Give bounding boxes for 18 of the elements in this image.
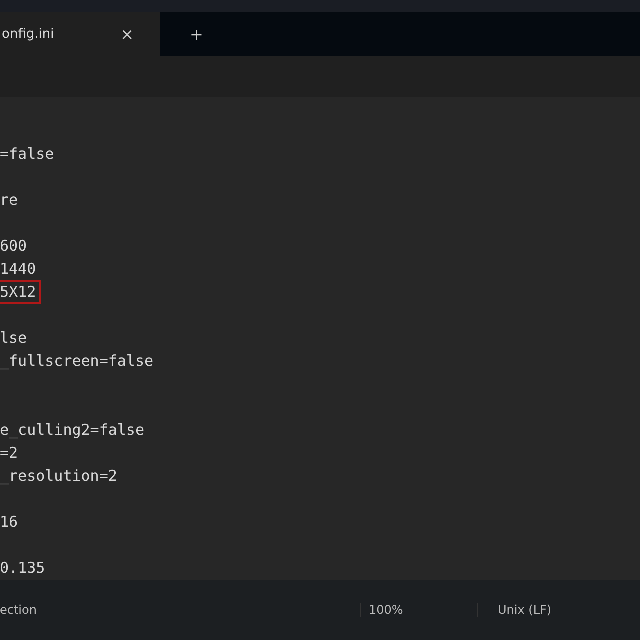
- code-line: 0.135: [0, 558, 46, 579]
- code-line: _resolution=2: [0, 466, 118, 487]
- zoom-level: 100%: [360, 603, 477, 617]
- code-line: re: [0, 190, 20, 211]
- code-line: 600: [0, 236, 28, 257]
- code-line: 16: [0, 512, 20, 533]
- line-ending: Unix (LF): [477, 603, 552, 617]
- file-tab[interactable]: onfig.ini ×: [0, 12, 160, 56]
- code-line: =false: [0, 144, 56, 165]
- code-line: _fullscreen=false: [0, 351, 155, 372]
- code-line: e_culling2=false: [0, 420, 146, 441]
- close-button[interactable]: ×: [114, 24, 140, 44]
- code-line: =2: [0, 443, 20, 464]
- selection-status: ection: [0, 603, 38, 617]
- code-line: lse: [0, 328, 28, 349]
- new-tab-button[interactable]: +: [184, 12, 210, 56]
- code-line: 1440: [0, 259, 38, 280]
- tab-label: onfig.ini: [2, 26, 54, 42]
